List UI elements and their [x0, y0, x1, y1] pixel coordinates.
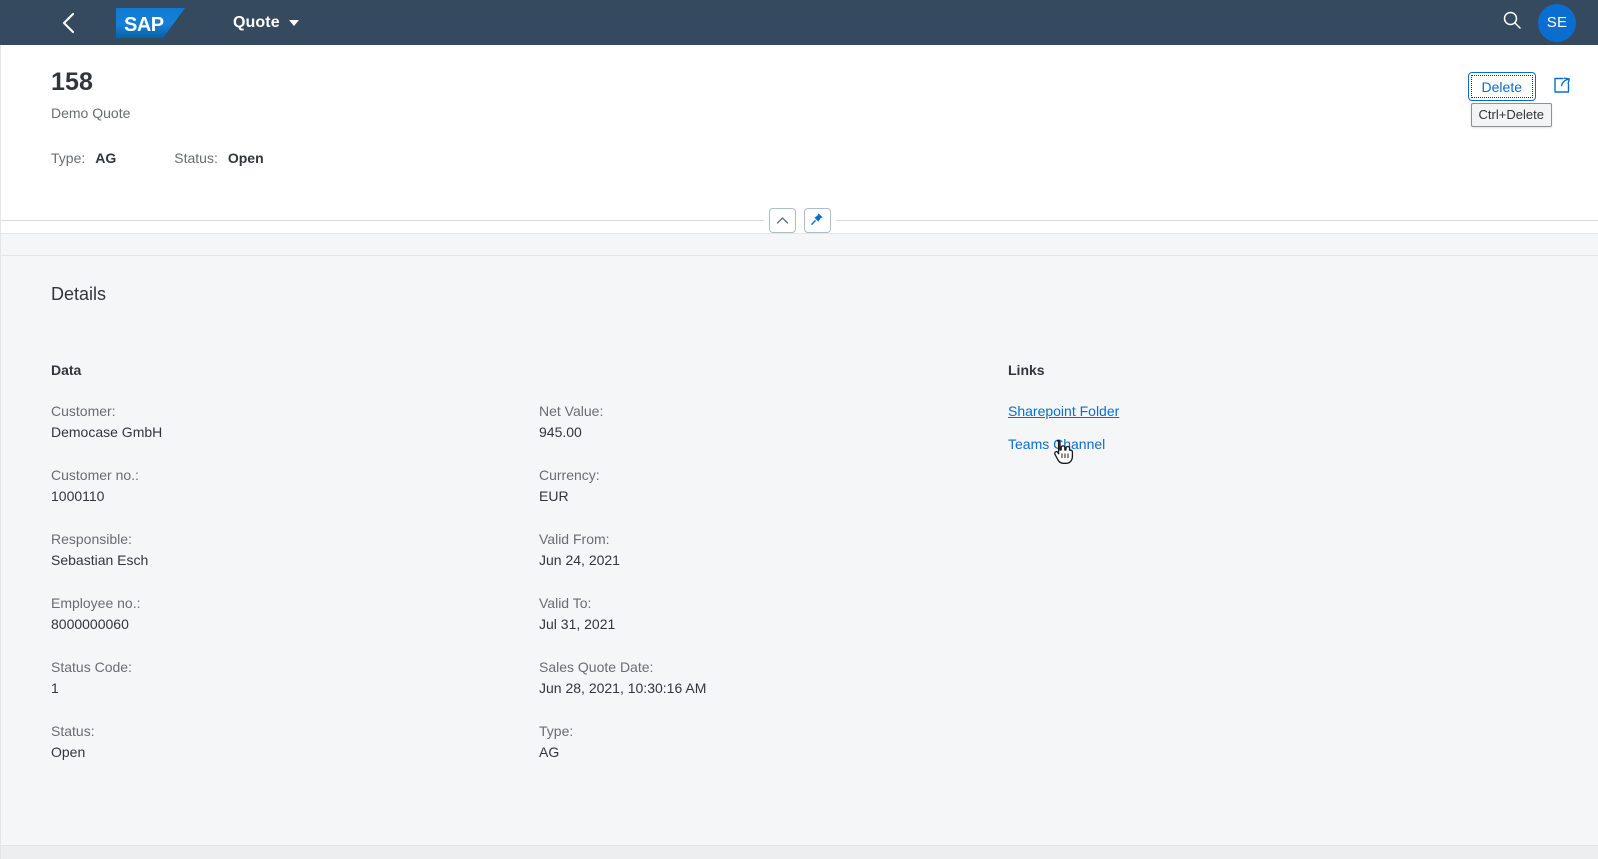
- field-value: Jun 28, 2021, 10:30:16 AM: [539, 680, 707, 696]
- field-value: 945.00: [539, 424, 582, 440]
- chevron-down-icon: [288, 19, 299, 26]
- field-label: Customer:: [51, 403, 116, 419]
- footer-strip: [1, 845, 1598, 859]
- field-value: 1: [51, 680, 59, 696]
- shell-header-left: SAP Quote: [0, 1, 299, 45]
- field-value: Open: [51, 744, 86, 760]
- object-page: 158 Demo Quote Delete Ctrl+Delete Type: …: [0, 45, 1598, 859]
- field-label: Customer no.:: [51, 467, 139, 483]
- delete-button[interactable]: Delete: [1467, 72, 1536, 101]
- back-button[interactable]: [46, 1, 90, 45]
- avatar-initials: SE: [1546, 14, 1568, 31]
- object-page-header: 158 Demo Quote Delete Ctrl+Delete Type: …: [1, 45, 1598, 233]
- field-sales-quote-date: Sales Quote Date: Jun 28, 2021, 10:30:16…: [539, 657, 979, 699]
- field-label: Responsible:: [51, 531, 132, 547]
- header-collapse-strip: [1, 205, 1598, 235]
- app-title-dropdown[interactable]: Quote: [233, 1, 299, 45]
- field-label: Valid To:: [539, 595, 592, 611]
- field-net-value: Net Value: 945.00: [539, 401, 979, 443]
- data-group: Data Customer: Democase GmbH Customer no…: [1, 361, 489, 763]
- details-columns: Data Customer: Democase GmbH Customer no…: [1, 306, 1598, 763]
- field-value: AG: [539, 744, 560, 760]
- links-group-title: Links: [1008, 362, 1045, 378]
- delete-shortcut-tooltip: Ctrl+Delete: [1470, 103, 1552, 127]
- search-icon: [1502, 10, 1522, 35]
- field-responsible: Responsible: Sebastian Esch: [51, 529, 489, 571]
- pin-icon: [810, 212, 824, 229]
- field-value: Jun 24, 2021: [539, 552, 620, 568]
- section-title: Details: [51, 284, 107, 304]
- field-employee-no: Employee no.: 8000000060: [51, 593, 489, 635]
- field-customer-no: Customer no.: 1000110: [51, 465, 489, 507]
- status-badge: Open: [227, 150, 264, 166]
- field-label: Currency:: [539, 467, 600, 483]
- status-label: Status:: [174, 150, 218, 166]
- object-status-row: Type: AG Status: Open: [1, 122, 1598, 166]
- share-export-icon: [1552, 76, 1571, 98]
- anchor-bar: [1, 234, 1598, 256]
- links-group: Links Sharepoint Folder Teams Channel: [979, 361, 1459, 763]
- field-currency: Currency: EUR: [539, 465, 979, 507]
- object-page-content: Details Data Customer: Democase GmbH Cus…: [1, 233, 1598, 859]
- object-header-actions: Delete Ctrl+Delete: [1467, 67, 1576, 127]
- field-label: Status:: [51, 723, 95, 739]
- search-button[interactable]: [1492, 3, 1532, 43]
- details-section: Details Data Customer: Democase GmbH Cus…: [1, 256, 1598, 763]
- field-value: 8000000060: [51, 616, 129, 632]
- field-value: Democase GmbH: [51, 424, 163, 440]
- field-customer: Customer: Democase GmbH: [51, 401, 489, 443]
- object-titles: 158 Demo Quote: [51, 67, 1468, 122]
- field-value: EUR: [539, 488, 569, 504]
- data-group-title: Data: [51, 362, 82, 378]
- link-sharepoint-folder[interactable]: Sharepoint Folder: [1008, 401, 1119, 421]
- shell-header: SAP Quote SE: [0, 0, 1598, 45]
- field-value: 1000110: [51, 488, 105, 504]
- field-label: Sales Quote Date:: [539, 659, 654, 675]
- values-group-title-spacer: [539, 361, 979, 379]
- type-value: AG: [95, 150, 117, 166]
- chevron-left-icon: [61, 12, 76, 34]
- header-toggle-buttons: [763, 207, 836, 233]
- field-status-code: Status Code: 1: [51, 657, 489, 699]
- type-label: Type:: [51, 150, 86, 166]
- avatar[interactable]: SE: [1538, 3, 1576, 42]
- object-title-row: 158 Demo Quote Delete Ctrl+Delete: [1, 67, 1598, 127]
- link-teams-channel[interactable]: Teams Channel: [1008, 434, 1105, 454]
- values-group: Net Value: 945.00 Currency: EUR Valid Fr…: [489, 361, 979, 763]
- field-valid-to: Valid To: Jul 31, 2021: [539, 593, 979, 635]
- shell-header-right: SE: [1492, 3, 1584, 43]
- field-valid-from: Valid From: Jun 24, 2021: [539, 529, 979, 571]
- chevron-up-icon: [776, 213, 789, 228]
- field-label: Net Value:: [539, 403, 604, 419]
- field-value: Sebastian Esch: [51, 552, 149, 568]
- field-label: Employee no.:: [51, 595, 141, 611]
- links-list: Sharepoint Folder Teams Channel: [1008, 401, 1459, 454]
- field-status: Status: Open: [51, 721, 489, 763]
- page-title: 158: [51, 68, 94, 96]
- pin-header-button[interactable]: [803, 207, 831, 233]
- share-button[interactable]: [1546, 72, 1576, 101]
- svg-text:SAP: SAP: [124, 14, 164, 36]
- field-label: Status Code:: [51, 659, 132, 675]
- sap-logo[interactable]: SAP: [116, 5, 191, 41]
- field-label: Valid From:: [539, 531, 610, 547]
- field-type: Type: AG: [539, 721, 979, 763]
- field-value: Jul 31, 2021: [539, 616, 616, 632]
- field-label: Type:: [539, 723, 574, 739]
- app-title-label: Quote: [233, 13, 280, 31]
- collapse-header-button[interactable]: [768, 207, 796, 233]
- page-subtitle: Demo Quote: [51, 105, 131, 121]
